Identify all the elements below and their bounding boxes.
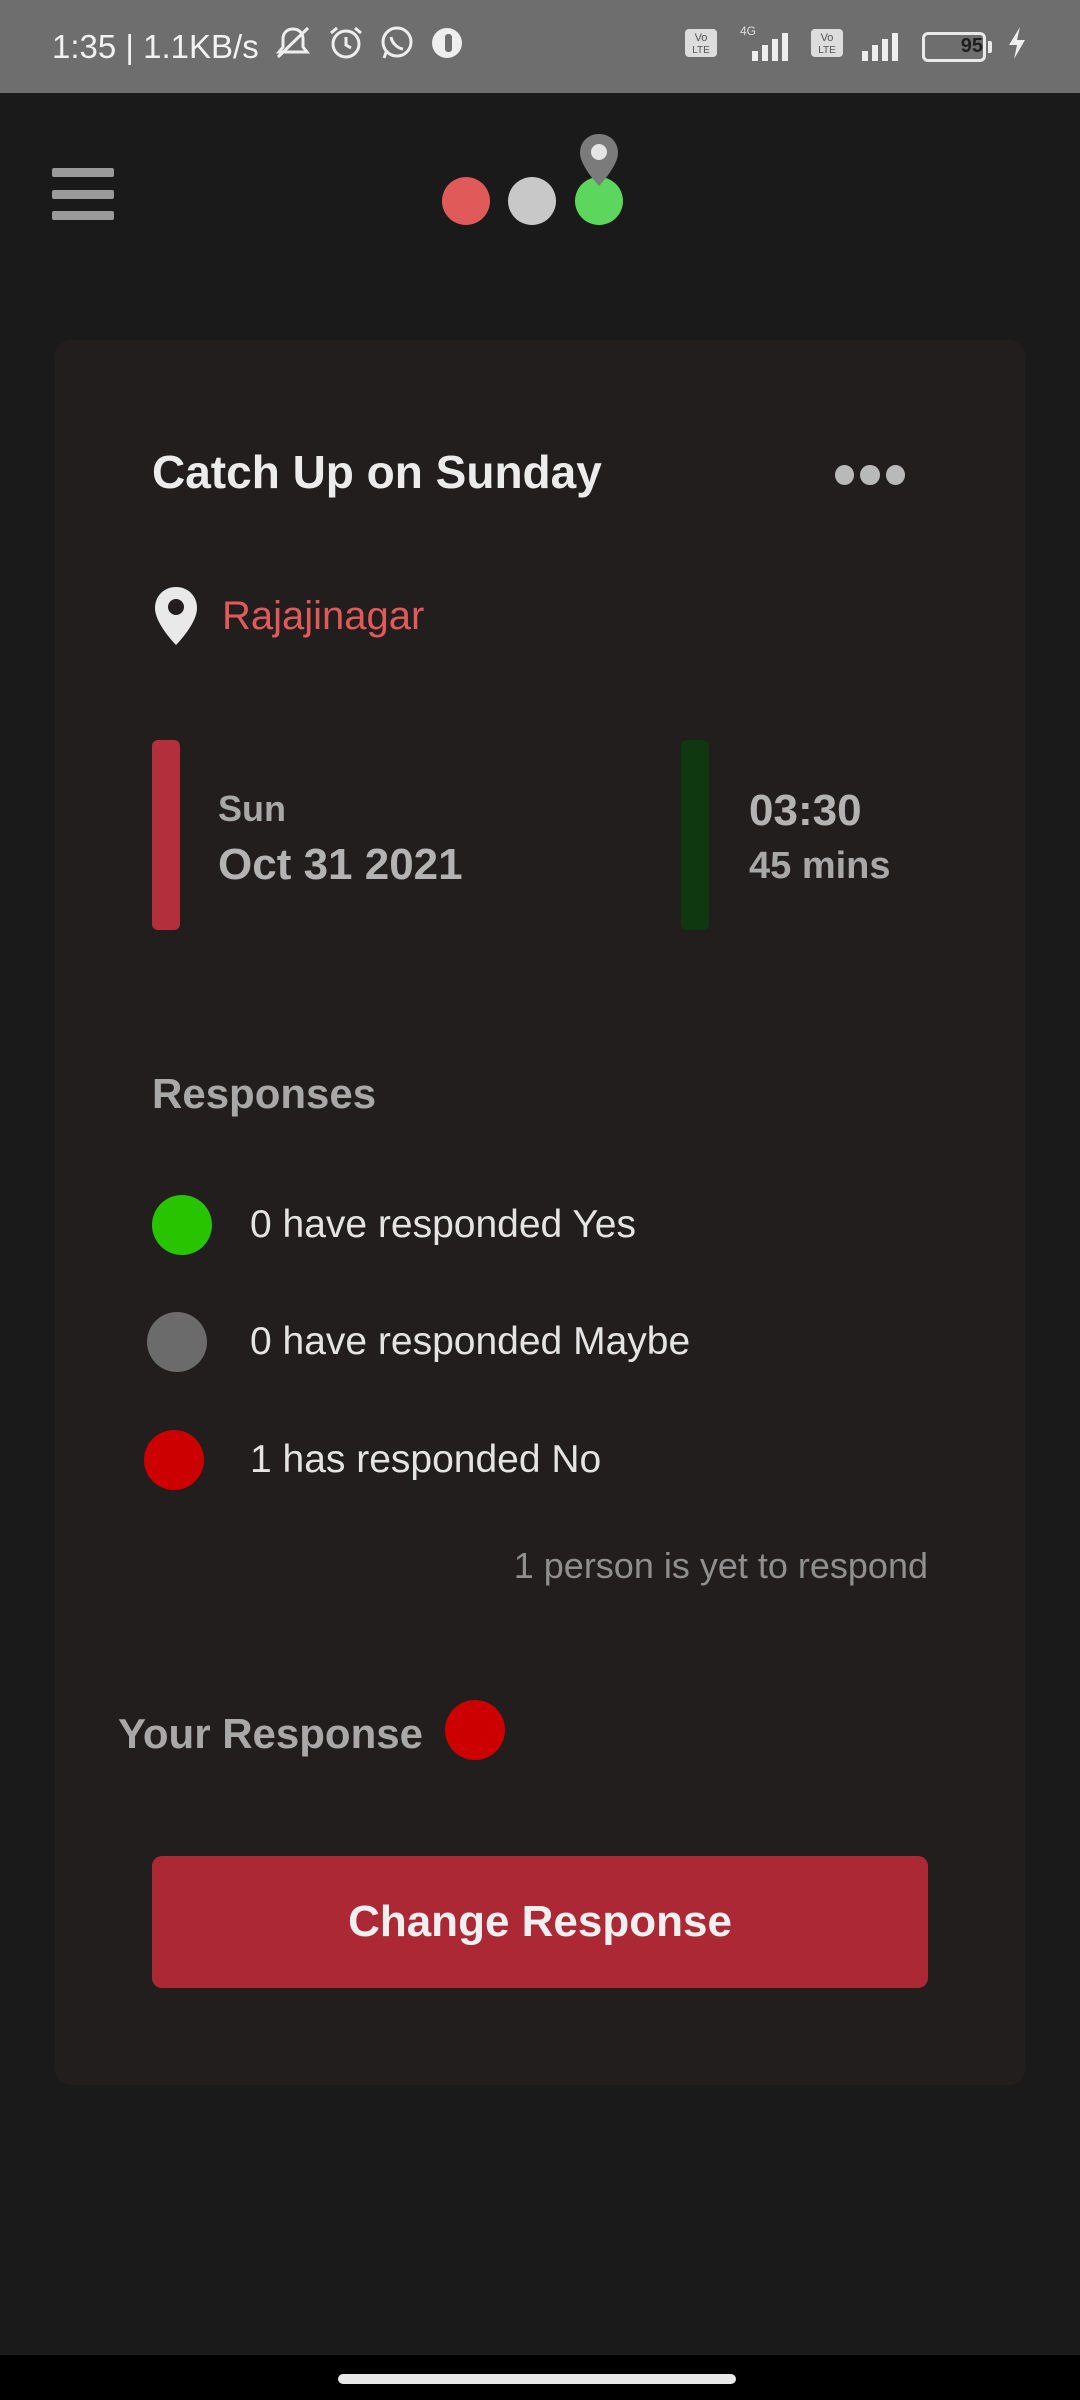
location-name: Rajajinagar bbox=[222, 593, 425, 638]
event-card: Catch Up on Sunday Rajajinagar Sun Oct 3… bbox=[55, 340, 1025, 2085]
logo-dot-grey bbox=[508, 177, 556, 225]
response-maybe-row: 0 have responded Maybe bbox=[147, 1312, 690, 1372]
status-left: 1:35 | 1.1KB/s bbox=[52, 25, 465, 69]
battery-tip bbox=[988, 40, 992, 53]
time-accent-bar bbox=[681, 740, 709, 930]
charging-icon bbox=[1006, 26, 1028, 68]
responses-heading: Responses bbox=[152, 1070, 377, 1117]
event-day: Sun bbox=[218, 788, 286, 829]
logo-dot-red bbox=[442, 177, 490, 225]
alarm-icon bbox=[327, 25, 365, 69]
svg-text:LTE: LTE bbox=[692, 45, 710, 56]
status-bar: 1:35 | 1.1KB/s Vo LTE 4G Vo LTE 95 bbox=[0, 0, 1080, 93]
battery-level: 95 bbox=[960, 35, 983, 57]
event-title: Catch Up on Sunday bbox=[152, 446, 602, 498]
volte-icon-2: Vo LTE bbox=[810, 28, 844, 66]
maybe-indicator-icon bbox=[147, 1312, 207, 1372]
network-type-label: 4G bbox=[740, 24, 756, 38]
event-date: Oct 31 2021 bbox=[218, 840, 463, 889]
menu-bar bbox=[52, 211, 114, 220]
mute-icon bbox=[273, 25, 313, 69]
change-response-button[interactable]: Change Response bbox=[152, 1856, 928, 1988]
event-duration: 45 mins bbox=[749, 845, 891, 887]
hamburger-menu-button[interactable] bbox=[52, 168, 114, 220]
event-time: 03:30 bbox=[749, 786, 862, 835]
response-no-row: 1 has responded No bbox=[144, 1430, 601, 1490]
app-logo bbox=[442, 134, 623, 225]
location-pin-icon bbox=[155, 587, 197, 645]
whatsapp-icon bbox=[379, 25, 415, 69]
signal-icon: 4G bbox=[732, 23, 796, 71]
more-dot-icon bbox=[885, 465, 905, 485]
event-location[interactable]: Rajajinagar bbox=[152, 585, 424, 647]
menu-bar bbox=[52, 168, 114, 177]
date-accent-bar bbox=[152, 740, 180, 930]
pending-responses-text: 1 person is yet to respond bbox=[513, 1545, 928, 1586]
yes-indicator-icon bbox=[152, 1195, 212, 1255]
battery-indicator: 95 bbox=[922, 31, 986, 62]
status-time: 1:35 | 1.1KB/s bbox=[52, 27, 259, 65]
svg-text:Vo: Vo bbox=[821, 32, 834, 44]
status-right: Vo LTE 4G Vo LTE 95 bbox=[684, 23, 1028, 71]
svg-text:LTE: LTE bbox=[818, 45, 836, 56]
your-response-label: Your Response bbox=[118, 1710, 423, 1757]
home-indicator[interactable] bbox=[338, 2374, 736, 2384]
your-response-indicator-icon bbox=[445, 1700, 505, 1760]
volte-icon: Vo LTE bbox=[684, 28, 718, 66]
response-yes-row: 0 have responded Yes bbox=[152, 1195, 636, 1255]
pin-center bbox=[591, 144, 607, 160]
menu-bar bbox=[52, 189, 114, 199]
no-indicator-icon bbox=[144, 1430, 204, 1490]
response-maybe-text: 0 have responded Maybe bbox=[250, 1320, 691, 1363]
more-options-button[interactable] bbox=[835, 460, 905, 490]
svg-text:Vo: Vo bbox=[695, 32, 708, 44]
app-notification-icon bbox=[429, 25, 465, 69]
response-yes-text: 0 have responded Yes bbox=[250, 1203, 637, 1246]
response-no-text: 1 has responded No bbox=[250, 1438, 602, 1481]
more-dot-icon bbox=[835, 465, 855, 485]
signal-icon-2 bbox=[858, 23, 908, 71]
more-dot-icon bbox=[860, 465, 880, 485]
